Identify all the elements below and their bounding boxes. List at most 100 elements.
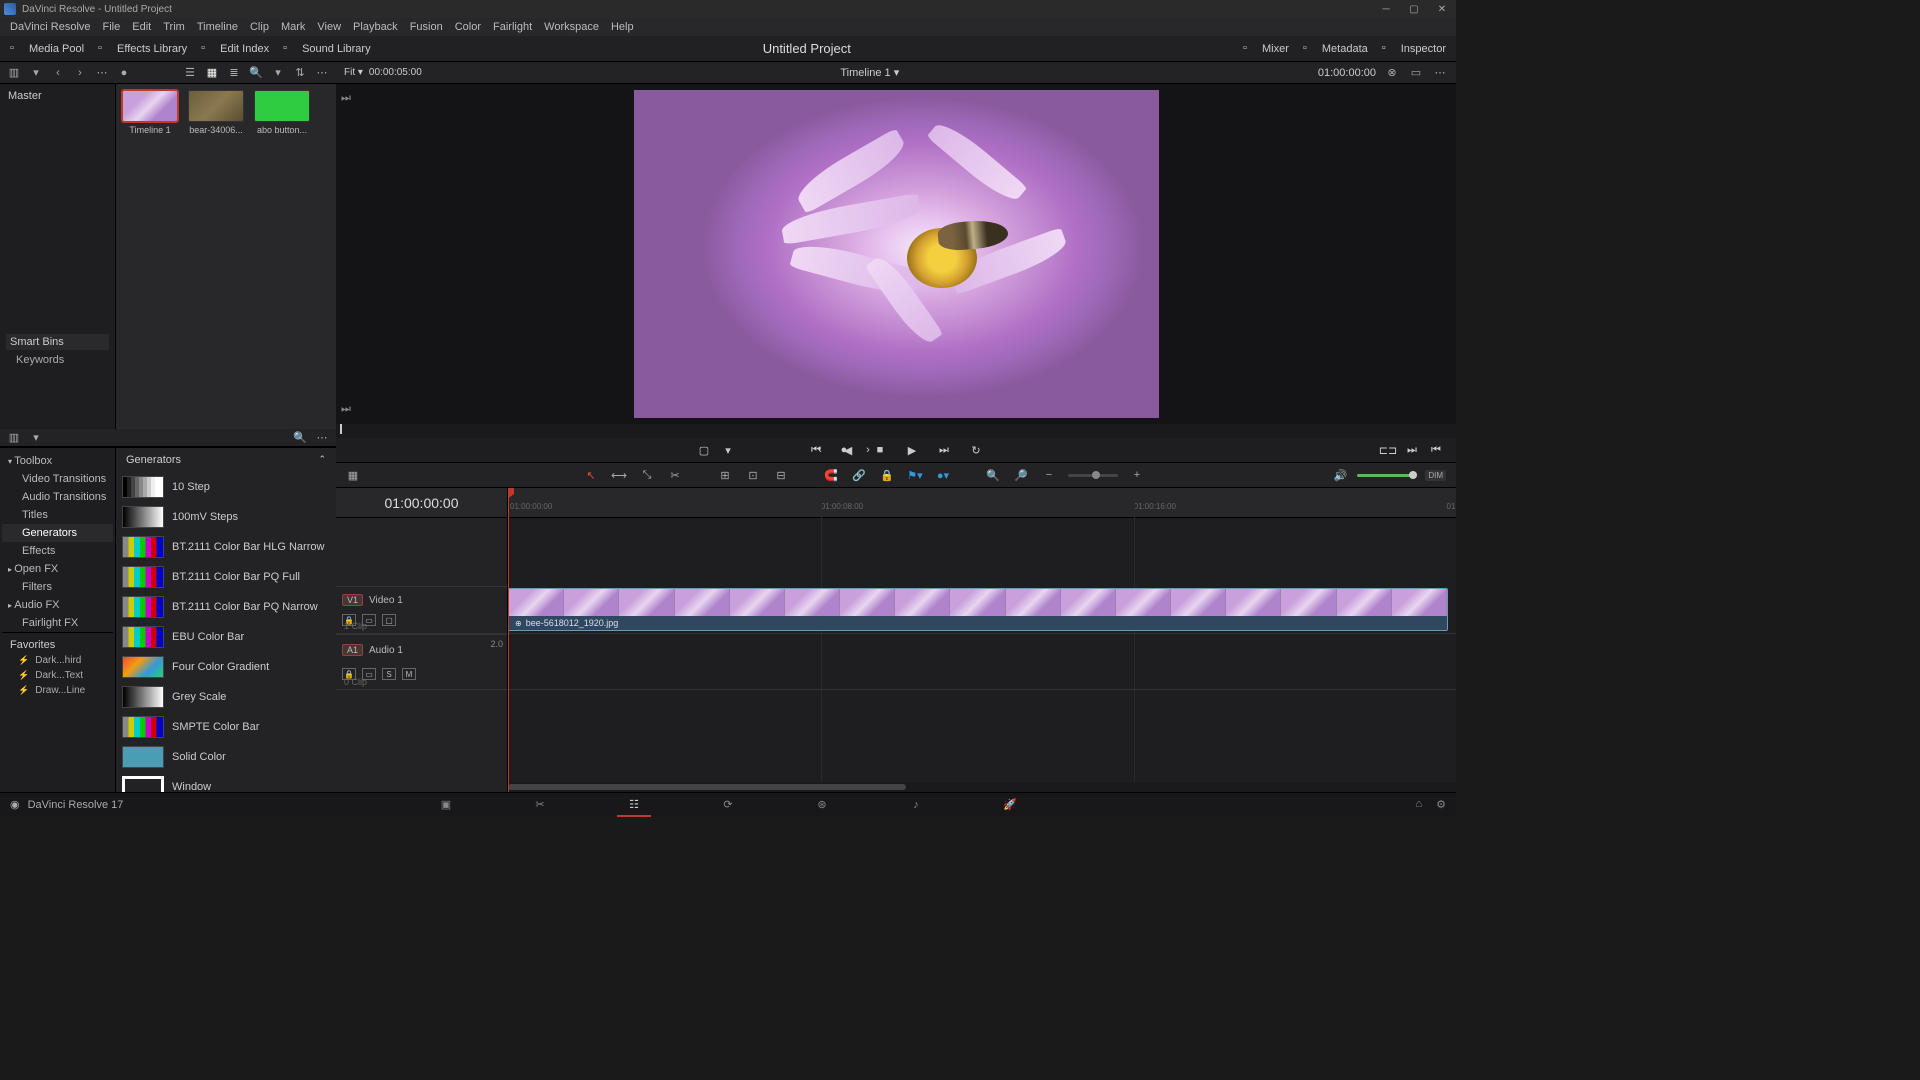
- sound-library-button[interactable]: ▫Sound Library: [283, 42, 371, 56]
- generator-item[interactable]: Solid Color: [116, 742, 336, 772]
- current-edit-icon[interactable]: ●: [836, 443, 852, 457]
- timeline-name[interactable]: Timeline 1 ▾: [840, 67, 899, 79]
- media-pool-button[interactable]: ▫Media Pool: [10, 42, 84, 56]
- fx-tree-effects[interactable]: Effects: [2, 542, 113, 560]
- edit-page[interactable]: ☷: [617, 796, 651, 814]
- fairlight-page[interactable]: ♪: [899, 796, 933, 814]
- fx-tree-generators[interactable]: Generators: [2, 524, 113, 542]
- favorite-item[interactable]: Dark...hird: [6, 653, 109, 668]
- search-icon[interactable]: 🔍: [248, 66, 264, 80]
- insert-tool[interactable]: ⊞: [716, 467, 734, 483]
- media-page[interactable]: ▣: [429, 796, 463, 814]
- disable-track-icon[interactable]: ▢: [382, 614, 396, 626]
- mixer-button[interactable]: ▫Mixer: [1243, 42, 1289, 56]
- generator-item[interactable]: Grey Scale: [116, 682, 336, 712]
- mute-icon[interactable]: M: [402, 668, 416, 680]
- favorite-item[interactable]: Draw...Line: [6, 683, 109, 698]
- close-button[interactable]: ✕: [1432, 2, 1452, 16]
- video-track-header[interactable]: V1 Video 1 🔒 ▭ ▢ 1 Clip: [336, 586, 507, 634]
- volume-slider[interactable]: [1357, 474, 1417, 477]
- edit-index-button[interactable]: ▫Edit Index: [201, 42, 269, 56]
- bin-list-icon[interactable]: ▥: [6, 66, 22, 80]
- search-icon[interactable]: 🔍: [292, 430, 308, 444]
- fx-tree-audio-fx[interactable]: Audio FX: [2, 596, 113, 614]
- fx-tree-video-transitions[interactable]: Video Transitions: [2, 470, 113, 488]
- fx-tree-titles[interactable]: Titles: [2, 506, 113, 524]
- generator-item[interactable]: 100mV Steps: [116, 502, 336, 532]
- chevron-down-icon[interactable]: ▾: [28, 430, 44, 444]
- menu-clip[interactable]: Clip: [244, 21, 275, 33]
- menu-workspace[interactable]: Workspace: [538, 21, 605, 33]
- favorite-item[interactable]: Dark...Text: [6, 668, 109, 683]
- options-icon[interactable]: ⋯: [314, 430, 330, 444]
- solo-icon[interactable]: S: [382, 668, 396, 680]
- menu-fusion[interactable]: Fusion: [404, 21, 449, 33]
- panel-icon[interactable]: ▥: [6, 430, 22, 444]
- fit-dropdown[interactable]: Fit ▾: [344, 67, 363, 78]
- playhead[interactable]: [508, 488, 509, 792]
- menu-playback[interactable]: Playback: [347, 21, 404, 33]
- menu-fairlight[interactable]: Fairlight: [487, 21, 538, 33]
- zoom-slider[interactable]: [1068, 474, 1118, 477]
- inspector-button[interactable]: ▫Inspector: [1382, 42, 1446, 56]
- generator-item[interactable]: Window: [116, 772, 336, 793]
- generator-item[interactable]: SMPTE Color Bar: [116, 712, 336, 742]
- chevron-down-icon[interactable]: ▾: [28, 66, 44, 80]
- video-clip[interactable]: bee-5618012_1920.jpg: [508, 588, 1448, 631]
- trim-tool[interactable]: ⟷: [610, 467, 628, 483]
- thumb-view-icon[interactable]: ▦: [204, 66, 220, 80]
- loop-button[interactable]: ↻: [968, 443, 984, 457]
- record-dot-icon[interactable]: ●: [116, 66, 132, 80]
- play-button[interactable]: ▶: [904, 443, 920, 457]
- generator-item[interactable]: EBU Color Bar: [116, 622, 336, 652]
- menu-color[interactable]: Color: [449, 21, 487, 33]
- dim-button[interactable]: DIM: [1425, 470, 1446, 481]
- fx-tree-open-fx[interactable]: Open FX: [2, 560, 113, 578]
- effects-library-button[interactable]: ▫Effects Library: [98, 42, 187, 56]
- master-bin[interactable]: Master: [6, 88, 109, 104]
- dynamic-trim-tool[interactable]: ⤡: [638, 467, 656, 483]
- maximize-button[interactable]: ▢: [1404, 2, 1424, 16]
- replace-tool[interactable]: ⊟: [772, 467, 790, 483]
- media-clip[interactable]: Timeline 1: [122, 90, 178, 135]
- link-tool[interactable]: 🔗: [850, 467, 868, 483]
- timeline-timecode[interactable]: 01:00:00:00: [336, 488, 507, 518]
- zoom-tool-1[interactable]: 🔍: [984, 467, 1002, 483]
- fx-tree-fairlight-fx[interactable]: Fairlight FX: [2, 614, 113, 632]
- next-edit-icon[interactable]: ›: [860, 443, 876, 457]
- timeline-ruler[interactable]: 01:00:00:00 01:00:08:00 01:00:16:00 01:0…: [508, 488, 1456, 518]
- nav-fwd-icon[interactable]: ›: [72, 66, 88, 80]
- strip-view-icon[interactable]: ≣: [226, 66, 242, 80]
- go-last-icon[interactable]: ⏭: [340, 403, 352, 416]
- viewer-scrub-track[interactable]: [336, 424, 1456, 438]
- go-end-icon[interactable]: ⏭: [1404, 443, 1420, 457]
- zoom-in-icon[interactable]: +: [1128, 467, 1146, 483]
- minimize-button[interactable]: ─: [1376, 2, 1396, 16]
- generator-item[interactable]: BT.2111 Color Bar HLG Narrow: [116, 532, 336, 562]
- timeline-scrollbar[interactable]: [508, 782, 1456, 792]
- snapping-tool[interactable]: 🧲: [822, 467, 840, 483]
- collapse-icon[interactable]: ⌃: [318, 454, 326, 465]
- options-icon[interactable]: ⋯: [1432, 66, 1448, 80]
- prev-edit-icon[interactable]: ‹: [812, 443, 828, 457]
- volume-icon[interactable]: 🔊: [1331, 467, 1349, 483]
- flag-tool[interactable]: ⚑▾: [906, 467, 924, 483]
- menu-davinci-resolve[interactable]: DaVinci Resolve: [4, 21, 97, 33]
- menu-mark[interactable]: Mark: [275, 21, 311, 33]
- smart-bin-keywords[interactable]: Keywords: [6, 350, 109, 370]
- media-clip[interactable]: abo button...: [254, 90, 310, 135]
- match-frame-icon[interactable]: ▢: [696, 443, 712, 457]
- selection-tool[interactable]: ↖: [582, 467, 600, 483]
- video-track-lane[interactable]: bee-5618012_1920.jpg: [508, 586, 1456, 634]
- generator-item[interactable]: BT.2111 Color Bar PQ Narrow: [116, 592, 336, 622]
- menu-trim[interactable]: Trim: [157, 21, 191, 33]
- v1-badge[interactable]: V1: [342, 594, 363, 606]
- color-page[interactable]: ⊛: [805, 796, 839, 814]
- go-end2-icon[interactable]: ⏮: [1428, 443, 1444, 457]
- fx-tree-toolbox[interactable]: Toolbox: [2, 452, 113, 470]
- dual-view-icon[interactable]: ▭: [1408, 66, 1424, 80]
- more-dots-icon[interactable]: ⋯: [94, 66, 110, 80]
- marker-tool[interactable]: ●▾: [934, 467, 952, 483]
- audio-track-header[interactable]: 2.0 A1 Audio 1 🔒 ▭ S M 0 Clip: [336, 634, 507, 690]
- bypass-icon[interactable]: ⊗: [1384, 66, 1400, 80]
